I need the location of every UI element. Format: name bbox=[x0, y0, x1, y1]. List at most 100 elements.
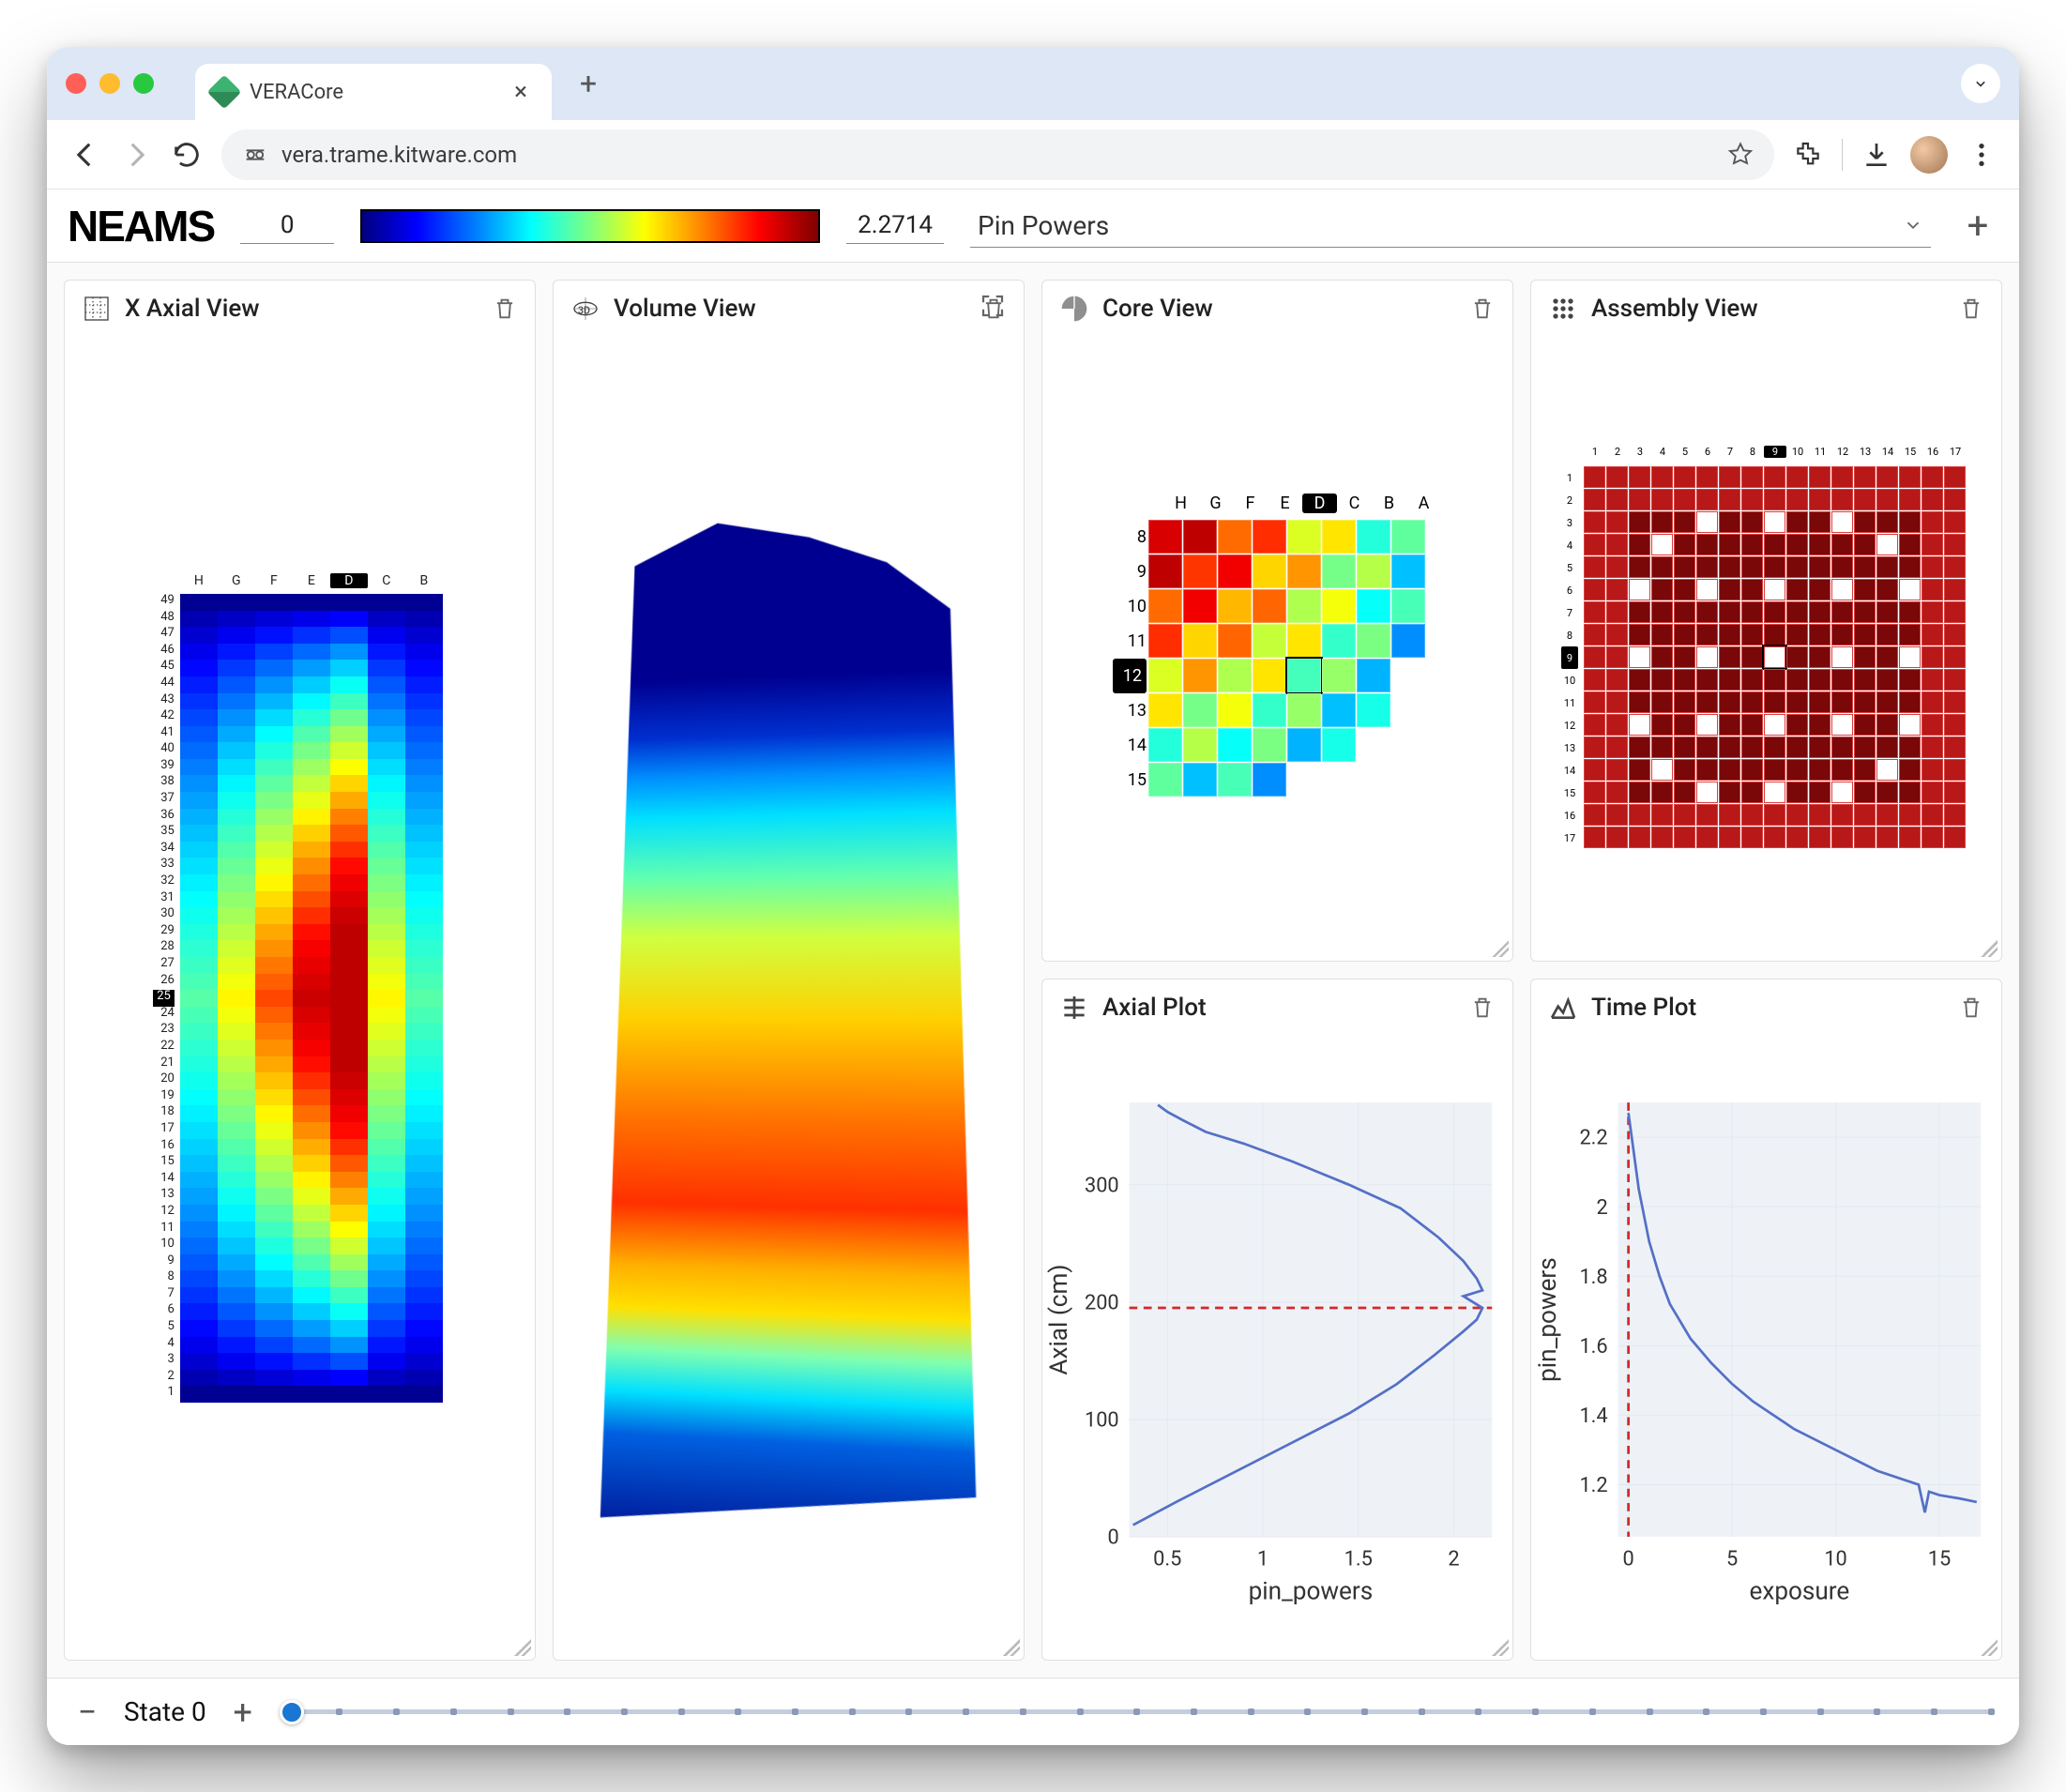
svg-text:1.8: 1.8 bbox=[1579, 1266, 1607, 1289]
volume-body[interactable] bbox=[554, 337, 1024, 1660]
fullscreen-button[interactable] bbox=[979, 292, 1007, 320]
svg-text:exposure: exposure bbox=[1750, 1577, 1850, 1605]
neams-logo: NEAMS bbox=[68, 205, 214, 248]
favicon-icon bbox=[207, 75, 242, 110]
svg-text:10: 10 bbox=[1824, 1547, 1846, 1571]
resize-grip[interactable] bbox=[1492, 1639, 1509, 1656]
dropdown-caret-icon bbox=[1903, 215, 1923, 235]
svg-text:1.4: 1.4 bbox=[1579, 1405, 1607, 1428]
close-tab-icon[interactable]: × bbox=[514, 78, 527, 106]
panel-header: X Axial View bbox=[65, 281, 535, 337]
panel-header: Time Plot bbox=[1531, 980, 2001, 1036]
panel-title: X Axial View bbox=[125, 295, 479, 323]
remove-panel-button[interactable] bbox=[492, 296, 518, 322]
panel-header: Axial Plot bbox=[1042, 980, 1512, 1036]
browser-tab[interactable]: VERACore × bbox=[195, 64, 552, 120]
panel-title: Assembly View bbox=[1591, 295, 1945, 323]
window-maximize-button[interactable] bbox=[133, 73, 154, 94]
axial-plot-body[interactable]: 0.511.520100200300pin_powersAxial (cm) bbox=[1042, 1036, 1512, 1660]
browser-window: VERACore × + vera.trame.kitware.com bbox=[47, 47, 2019, 1745]
svg-text:1.5: 1.5 bbox=[1344, 1547, 1373, 1571]
core-body[interactable]: HGFEDCBA89101112131415 bbox=[1042, 337, 1512, 961]
back-button[interactable] bbox=[69, 139, 101, 171]
x-axial-panel: X Axial View 494847464544434241403938373… bbox=[64, 280, 536, 1661]
x-axial-body[interactable]: 4948474645444342414039383736353433323130… bbox=[65, 337, 535, 1660]
core-panel: Core View HGFEDCBA89101112131415 bbox=[1041, 280, 1513, 962]
svg-text:15: 15 bbox=[1928, 1547, 1951, 1571]
app-header: NEAMS 0 2.2714 Pin Powers + bbox=[47, 190, 2019, 263]
tab-title: VERACore bbox=[250, 81, 343, 104]
remove-panel-button[interactable] bbox=[1958, 995, 1984, 1021]
volume-panel: 3D Volume View bbox=[553, 280, 1025, 1661]
remove-panel-button[interactable] bbox=[1469, 296, 1496, 322]
traffic-lights bbox=[66, 73, 154, 94]
assembly-icon bbox=[1548, 294, 1578, 324]
scalar-min-input[interactable]: 0 bbox=[240, 207, 334, 244]
reload-button[interactable] bbox=[171, 139, 203, 171]
remove-panel-button[interactable] bbox=[1469, 995, 1496, 1021]
forward-button[interactable] bbox=[120, 139, 152, 171]
volume-3d-icon: 3D bbox=[570, 294, 600, 324]
time-plot-panel: Time Plot 0510151.21.41.61.822.2exposure… bbox=[1530, 979, 2002, 1661]
state-label: State 0 bbox=[124, 1696, 206, 1727]
panel-title: Axial Plot bbox=[1102, 994, 1456, 1022]
site-info-icon[interactable] bbox=[242, 142, 268, 168]
colorbar[interactable] bbox=[360, 209, 820, 243]
svg-text:1.2: 1.2 bbox=[1579, 1474, 1607, 1497]
svg-text:3D: 3D bbox=[578, 304, 590, 316]
window-close-button[interactable] bbox=[66, 73, 86, 94]
svg-text:200: 200 bbox=[1085, 1291, 1119, 1314]
svg-text:1: 1 bbox=[1257, 1547, 1268, 1571]
state-slider[interactable] bbox=[280, 1696, 1995, 1728]
browser-toolbar: vera.trame.kitware.com bbox=[47, 120, 2019, 190]
slider-ticks bbox=[280, 1708, 1995, 1715]
profile-avatar[interactable] bbox=[1910, 136, 1948, 174]
downloads-icon[interactable] bbox=[1861, 140, 1891, 170]
slider-thumb[interactable] bbox=[280, 1700, 304, 1724]
panel-title: Volume View bbox=[614, 295, 967, 323]
variable-label: Pin Powers bbox=[978, 210, 1109, 241]
svg-text:pin_powers: pin_powers bbox=[1249, 1577, 1374, 1605]
browser-menu-icon[interactable] bbox=[1967, 140, 1997, 170]
volume-render[interactable] bbox=[585, 487, 993, 1543]
axial-plot-panel: Axial Plot 0.511.520100200300pin_powersA… bbox=[1041, 979, 1513, 1661]
core-icon bbox=[1059, 294, 1089, 324]
address-bar[interactable]: vera.trame.kitware.com bbox=[221, 129, 1774, 180]
window-minimize-button[interactable] bbox=[99, 73, 120, 94]
resize-grip[interactable] bbox=[1981, 1639, 1998, 1656]
resize-grip[interactable] bbox=[1492, 940, 1509, 957]
assembly-body[interactable]: 1234567891011121314151617123456789101112… bbox=[1531, 337, 2001, 961]
time-plot-icon bbox=[1548, 993, 1578, 1023]
svg-text:2: 2 bbox=[1448, 1547, 1459, 1571]
state-next-button[interactable]: + bbox=[227, 1693, 259, 1732]
scalar-max-input[interactable]: 2.2714 bbox=[846, 207, 944, 244]
assembly-panel: Assembly View 12345678910111213141516171… bbox=[1530, 280, 2002, 962]
resize-grip[interactable] bbox=[1003, 1639, 1020, 1656]
extensions-icon[interactable] bbox=[1793, 140, 1823, 170]
panel-header: 3D Volume View bbox=[554, 281, 1024, 337]
axial-icon bbox=[82, 294, 112, 324]
resize-grip[interactable] bbox=[1981, 940, 1998, 957]
svg-text:0: 0 bbox=[1623, 1547, 1634, 1571]
resize-grip[interactable] bbox=[514, 1639, 531, 1656]
svg-text:pin_powers: pin_powers bbox=[1534, 1257, 1562, 1382]
panel-header: Core View bbox=[1042, 281, 1512, 337]
remove-panel-button[interactable] bbox=[1958, 296, 1984, 322]
add-view-button[interactable]: + bbox=[1957, 204, 1998, 248]
axial-plot-icon bbox=[1059, 993, 1089, 1023]
variable-select[interactable]: Pin Powers bbox=[970, 205, 1931, 248]
separator bbox=[1842, 139, 1843, 171]
panel-title: Time Plot bbox=[1591, 994, 1945, 1022]
tabs-dropdown-button[interactable] bbox=[1961, 64, 2000, 103]
bookmark-star-icon[interactable] bbox=[1727, 142, 1754, 168]
svg-text:0: 0 bbox=[1107, 1526, 1118, 1550]
svg-text:300: 300 bbox=[1085, 1174, 1119, 1197]
state-prev-button[interactable]: − bbox=[71, 1693, 103, 1732]
svg-text:Axial (cm): Axial (cm) bbox=[1045, 1265, 1073, 1375]
svg-text:2.2: 2.2 bbox=[1579, 1127, 1607, 1150]
time-plot-body[interactable]: 0510151.21.41.61.822.2exposurepin_powers bbox=[1531, 1036, 2001, 1660]
new-tab-button[interactable]: + bbox=[565, 58, 612, 109]
url-text: vera.trame.kitware.com bbox=[281, 142, 517, 168]
browser-tab-strip: VERACore × + bbox=[47, 47, 2019, 120]
svg-text:100: 100 bbox=[1085, 1409, 1119, 1433]
